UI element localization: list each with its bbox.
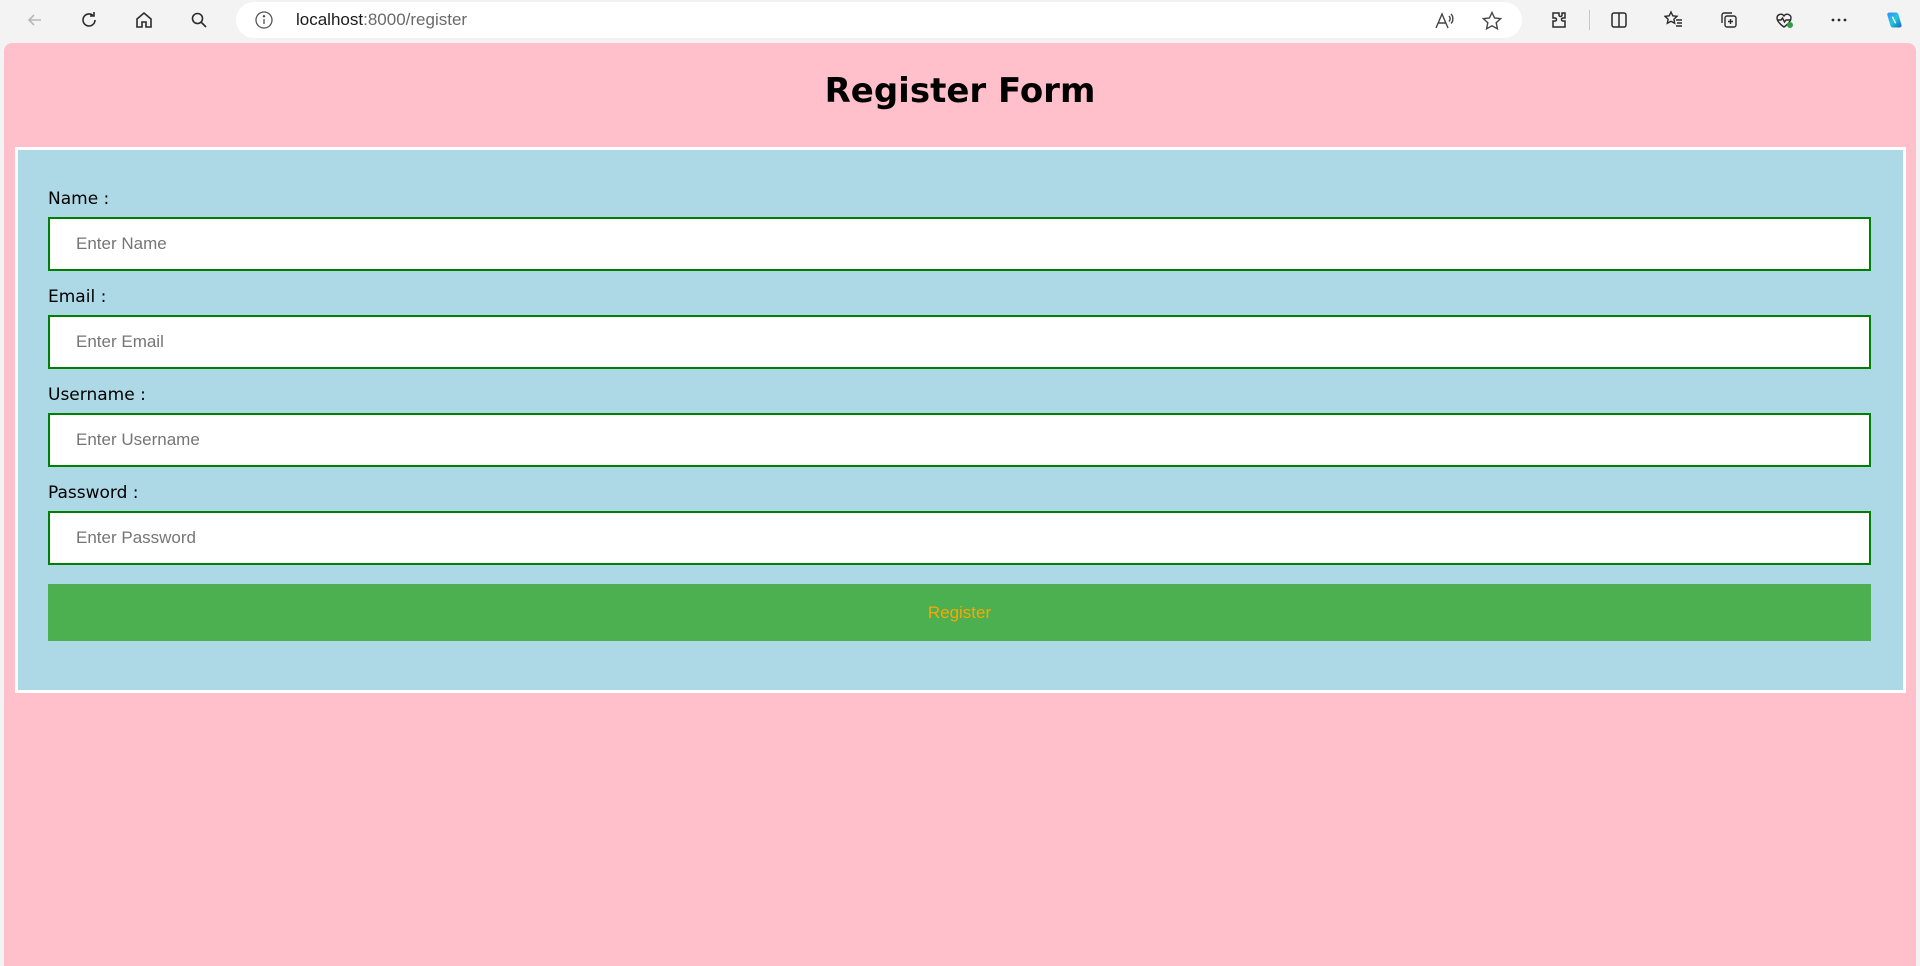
refresh-icon[interactable] <box>72 4 106 36</box>
name-label: Name : <box>48 189 110 209</box>
collections-icon[interactable] <box>1712 4 1746 36</box>
toolbar-divider <box>1589 10 1590 30</box>
register-button[interactable]: Register <box>48 584 1871 641</box>
search-icon[interactable] <box>182 4 216 36</box>
email-label: Email : <box>48 287 107 307</box>
copilot-icon[interactable] <box>1877 4 1911 36</box>
username-input[interactable] <box>48 413 1871 467</box>
info-icon[interactable] <box>254 10 274 30</box>
star-icon[interactable] <box>1481 10 1503 32</box>
heart-pulse-icon[interactable] <box>1767 4 1801 36</box>
read-aloud-icon[interactable] <box>1433 10 1455 32</box>
password-input[interactable] <box>48 511 1871 565</box>
name-input[interactable] <box>48 217 1871 271</box>
favorites-list-icon[interactable] <box>1657 4 1691 36</box>
email-input[interactable] <box>48 315 1871 369</box>
home-icon[interactable] <box>127 4 161 36</box>
url-path: :8000/register <box>363 10 468 29</box>
register-form: Name : Email : Username : Password : Reg… <box>15 147 1906 693</box>
puzzle-icon[interactable] <box>1542 4 1576 36</box>
browser-toolbar: localhost:8000/register <box>0 0 1920 40</box>
back-arrow-icon[interactable] <box>18 4 52 36</box>
split-screen-icon[interactable] <box>1602 4 1636 36</box>
page-title: Register Form <box>824 71 1096 111</box>
page-viewport: Register Form Name : Email : Username : … <box>4 43 1916 966</box>
more-icon[interactable] <box>1822 4 1856 36</box>
username-label: Username : <box>48 385 146 405</box>
url-host: localhost <box>296 10 364 29</box>
address-bar[interactable]: localhost:8000/register <box>236 2 1522 38</box>
url-text[interactable]: localhost:8000/register <box>296 10 467 30</box>
password-label: Password : <box>48 483 139 503</box>
